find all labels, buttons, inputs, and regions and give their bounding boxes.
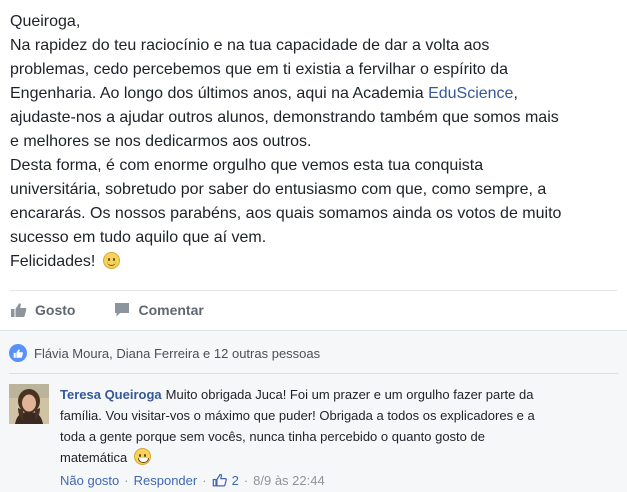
- grin-emoji-icon: [133, 448, 151, 465]
- comment-line: matemática: [60, 447, 616, 468]
- comment-line: Teresa Queiroga Muito obrigada Juca! Foi …: [60, 384, 616, 405]
- post-line: universitária, sobretudo por saber do en…: [10, 181, 547, 198]
- comment-button[interactable]: Comentar: [113, 301, 204, 319]
- post-body: Queiroga, Na rapidez do teu raciocínio e…: [10, 10, 618, 274]
- post-line: Felicidades!: [10, 250, 618, 274]
- post-line: problemas, cedo percebemos que em ti exi…: [10, 61, 509, 78]
- separator: ·: [243, 472, 249, 488]
- comment-line: toda a gente porque sem vocês, nunca tin…: [60, 429, 485, 444]
- feedback-section: Flávia Moura, Diana Ferreira e 12 outras…: [0, 330, 627, 492]
- post-line: e melhores se nos dedicarmos aos outros.: [10, 133, 312, 150]
- comment-text: matemática: [60, 450, 131, 465]
- post-line: ajudaste-nos a ajudar outros alunos, dem…: [10, 109, 559, 126]
- separator: ·: [124, 472, 129, 488]
- feedback-divider: [9, 373, 618, 374]
- comment-likes[interactable]: 2: [212, 472, 239, 488]
- thumbs-up-icon: [9, 344, 27, 362]
- post-line: Desta forma, é com enorme orgulho que ve…: [10, 157, 484, 174]
- unlike-link[interactable]: Não gosto: [60, 473, 119, 488]
- post-actions: Gosto Comentar: [10, 296, 204, 324]
- post-line-text: ,: [513, 85, 518, 102]
- post-line: encararás. Os nossos parabéns, aos quais…: [10, 205, 562, 222]
- reply-link[interactable]: Responder: [134, 473, 198, 488]
- avatar[interactable]: [9, 384, 49, 424]
- reaction-names[interactable]: Flávia Moura, Diana Ferreira e 12 outras…: [34, 346, 320, 361]
- comment-line: família. Vou visitar-vos o máximo que pu…: [60, 408, 535, 423]
- post-line: Na rapidez do teu raciocínio e na tua ca…: [10, 37, 490, 54]
- comment-bubble-icon: [113, 301, 131, 319]
- separator: ·: [202, 472, 207, 488]
- thumbs-up-icon: [10, 301, 28, 319]
- eduscience-link[interactable]: EduScience: [428, 85, 513, 102]
- comment-label: Comentar: [138, 302, 204, 318]
- post-line: sucesso em tudo aquilo que aí vem.: [10, 229, 267, 246]
- thumbs-up-outline-icon: [212, 472, 228, 488]
- comment-meta: Não gosto · Responder · 2 · 8/9 às 22:44: [60, 472, 325, 488]
- post-line-text: Felicidades!: [10, 253, 100, 270]
- post-line: Engenharia. Ao longo dos últimos anos, a…: [10, 82, 618, 106]
- timestamp[interactable]: 8/9 às 22:44: [253, 473, 325, 488]
- post-line-text: Engenharia. Ao longo dos últimos anos, a…: [10, 85, 429, 102]
- smile-emoji-icon: [102, 252, 120, 269]
- like-button[interactable]: Gosto: [10, 301, 75, 319]
- post-divider: [10, 290, 617, 291]
- comment-text: Muito obrigada Juca! Foi um prazer e um …: [165, 387, 534, 402]
- reactions-summary[interactable]: Flávia Moura, Diana Ferreira e 12 outras…: [9, 344, 320, 362]
- post-line: Queiroga,: [10, 13, 81, 30]
- like-count: 2: [231, 472, 239, 488]
- like-label: Gosto: [35, 302, 76, 318]
- comment-body: Teresa Queiroga Muito obrigada Juca! Foi …: [60, 384, 616, 468]
- comment-author[interactable]: Teresa Queiroga: [60, 387, 162, 402]
